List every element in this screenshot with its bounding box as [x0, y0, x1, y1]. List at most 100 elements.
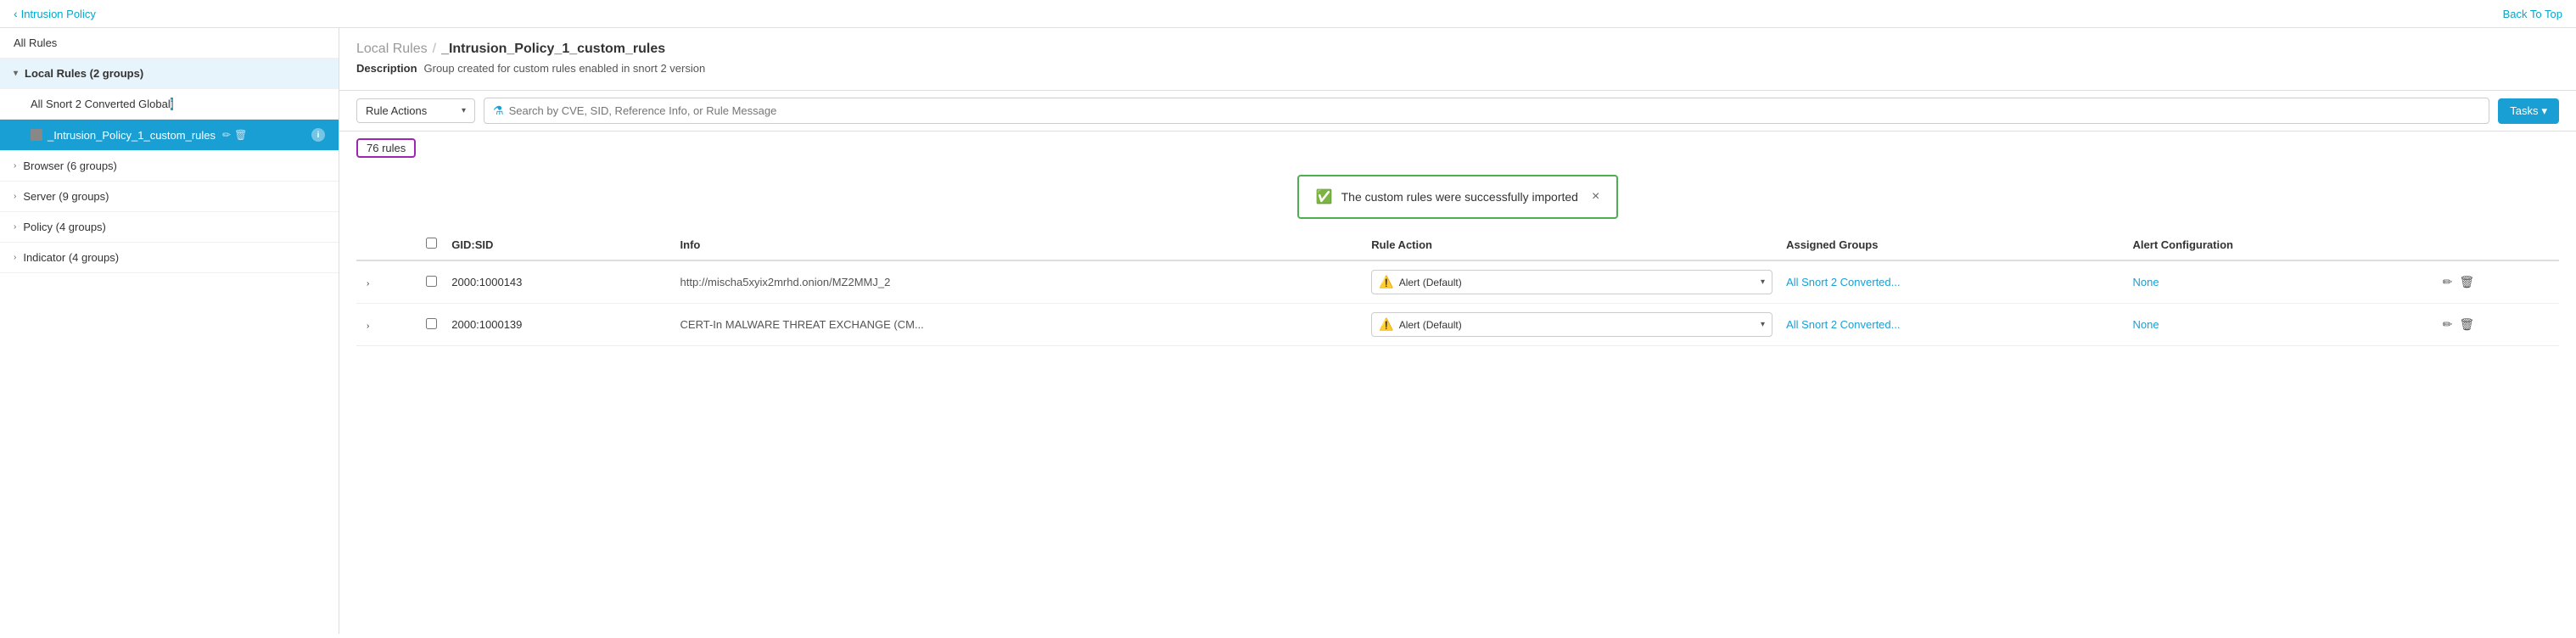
tasks-caret-icon: ▾	[2541, 104, 2547, 118]
sidebar-item-server[interactable]: › Server (9 groups)	[0, 182, 339, 212]
indicator-label: Indicator (4 groups)	[23, 251, 119, 264]
breadcrumb: Local Rules / _Intrusion_Policy_1_custom…	[356, 42, 2559, 57]
indicator-expand-icon: ›	[14, 253, 16, 262]
row-1-assigned-groups[interactable]: All Snort 2 Converted...	[1779, 260, 2125, 304]
breadcrumb-current: _Intrusion_Policy_1_custom_rules	[441, 42, 665, 57]
row-1-alert-config-link[interactable]: None	[2133, 276, 2159, 288]
content-header: Local Rules / _Intrusion_Policy_1_custom…	[339, 28, 2576, 91]
notification-close-button[interactable]: ×	[1592, 189, 1599, 204]
col-assigned-groups: Assigned Groups	[1779, 229, 2125, 260]
table-head: GID:SID Info Rule Action Assigned Groups…	[356, 229, 2559, 260]
tasks-label: Tasks	[2510, 104, 2538, 117]
col-gid-sid: GID:SID	[445, 229, 673, 260]
back-link[interactable]: ‹ Intrusion Policy	[14, 7, 96, 20]
row-2-assigned-groups[interactable]: All Snort 2 Converted...	[1779, 304, 2125, 346]
description-row: Description Group created for custom rul…	[356, 62, 2559, 75]
intrusion-policy-1-label: _Intrusion_Policy_1_custom_rules	[48, 129, 216, 142]
intrusion-policy-info-icon[interactable]: i	[311, 128, 325, 142]
sidebar-item-all-snort-2[interactable]: All Snort 2 Converted Global i	[0, 89, 339, 120]
server-expand-icon: ›	[14, 192, 16, 201]
sidebar-item-indicator[interactable]: › Indicator (4 groups)	[0, 243, 339, 273]
select-all-checkbox[interactable]	[426, 238, 437, 249]
col-expand	[356, 229, 419, 260]
delete-icon[interactable]: 🗑	[234, 129, 247, 141]
row-1-alert-config: None	[2126, 260, 2436, 304]
description-text: Group created for custom rules enabled i…	[424, 62, 706, 75]
sidebar-section-local-rules[interactable]: ▾ Local Rules (2 groups)	[0, 59, 339, 89]
row-2-alert-config: None	[2126, 304, 2436, 346]
row-1-delete-icon[interactable]: 🗑	[2459, 275, 2474, 289]
table-container: GID:SID Info Rule Action Assigned Groups…	[339, 229, 2576, 634]
policy-expand-icon: ›	[14, 222, 16, 232]
breadcrumb-separator: /	[433, 42, 436, 57]
row-1-rule-action-caret-icon: ▾	[1761, 277, 1765, 287]
row-1-actions: ✏ 🗑	[2443, 275, 2552, 289]
table-row: › 2000:1000139 CERT-In MALWARE THREAT EX…	[356, 304, 2559, 346]
sidebar-item-all-rules[interactable]: All Rules	[0, 28, 339, 59]
notification-area: ✅ The custom rules were successfully imp…	[339, 165, 2576, 229]
row-2-rule-action-label: Alert (Default)	[1399, 319, 1462, 331]
row-2-warning-icon: ⚠️	[1379, 317, 1393, 332]
col-rule-action: Rule Action	[1364, 229, 1779, 260]
sidebar-item-browser[interactable]: › Browser (6 groups)	[0, 151, 339, 182]
content-area: Local Rules / _Intrusion_Policy_1_custom…	[339, 28, 2576, 634]
row-2-rule-action-caret-icon: ▾	[1761, 320, 1765, 329]
color-box-icon	[31, 129, 42, 141]
rule-actions-caret-icon: ▾	[462, 106, 466, 115]
row-2-actions: ✏ 🗑	[2443, 317, 2552, 332]
rules-count-badge: 76 rules	[356, 138, 416, 158]
back-link-label: Intrusion Policy	[21, 8, 96, 20]
main-layout: All Rules ▾ Local Rules (2 groups) All S…	[0, 28, 2576, 634]
search-box: ⚗	[484, 98, 2489, 124]
toolbar: Rule Actions ▾ ⚗ Tasks ▾	[339, 91, 2576, 132]
table-body: › 2000:1000143 http://mischa5xyix2mrhd.o…	[356, 260, 2559, 346]
search-input[interactable]	[509, 104, 2481, 117]
sidebar: All Rules ▾ Local Rules (2 groups) All S…	[0, 28, 339, 634]
rule-actions-label: Rule Actions	[366, 104, 427, 117]
row-1-warning-icon: ⚠️	[1379, 275, 1393, 289]
row-1-expand-btn[interactable]: ›	[363, 277, 372, 290]
row-2-edit-icon[interactable]: ✏	[2443, 317, 2453, 332]
notification-message: The custom rules were successfully impor…	[1341, 190, 1578, 204]
row-1-checkbox[interactable]	[426, 276, 437, 287]
server-label: Server (9 groups)	[23, 190, 109, 203]
row-2-delete-icon[interactable]: 🗑	[2459, 317, 2474, 332]
row-1-rule-action-dropdown[interactable]: ⚠️ Alert (Default) ▾	[1371, 270, 1772, 294]
row-2-gid-sid: 2000:1000139	[445, 304, 673, 346]
tasks-button[interactable]: Tasks ▾	[2498, 98, 2559, 124]
col-alert-config: Alert Configuration	[2126, 229, 2436, 260]
row-2-rule-action-cell: ⚠️ Alert (Default) ▾	[1364, 304, 1779, 346]
rule-actions-dropdown[interactable]: Rule Actions ▾	[356, 98, 475, 123]
back-to-top-link[interactable]: Back To Top	[2503, 8, 2562, 20]
browser-expand-icon: ›	[14, 161, 16, 171]
browser-label: Browser (6 groups)	[23, 160, 117, 172]
all-rules-label: All Rules	[14, 36, 57, 49]
row-2-rule-action-dropdown[interactable]: ⚠️ Alert (Default) ▾	[1371, 312, 1772, 337]
row-2-info: CERT-In MALWARE THREAT EXCHANGE (CM...	[674, 304, 1365, 346]
edit-icon[interactable]: ✏	[222, 129, 231, 141]
table-row: › 2000:1000143 http://mischa5xyix2mrhd.o…	[356, 260, 2559, 304]
row-1-info: http://mischa5xyix2mrhd.onion/MZ2MMJ_2	[674, 260, 1365, 304]
row-1-gid-sid: 2000:1000143	[445, 260, 673, 304]
success-check-icon: ✅	[1316, 188, 1333, 205]
row-1-rule-action-label: Alert (Default)	[1399, 277, 1462, 288]
filter-icon: ⚗	[493, 104, 504, 118]
rules-count-row: 76 rules	[339, 132, 2576, 165]
all-snort-2-info-icon[interactable]: i	[171, 98, 173, 110]
col-checkbox	[419, 229, 445, 260]
description-label: Description	[356, 62, 417, 75]
all-snort-2-label: All Snort 2 Converted Global	[31, 98, 171, 110]
sidebar-item-intrusion-policy-1[interactable]: _Intrusion_Policy_1_custom_rules ✏ 🗑 i	[0, 120, 339, 151]
row-2-expand-btn[interactable]: ›	[363, 320, 372, 333]
sidebar-item-policy[interactable]: › Policy (4 groups)	[0, 212, 339, 243]
back-chevron-icon: ‹	[14, 7, 18, 20]
top-nav: ‹ Intrusion Policy Back To Top	[0, 0, 2576, 28]
row-1-edit-icon[interactable]: ✏	[2443, 275, 2453, 289]
row-2-checkbox[interactable]	[426, 318, 437, 329]
row-2-alert-config-link[interactable]: None	[2133, 318, 2159, 331]
item-actions: ✏ 🗑	[222, 129, 247, 141]
breadcrumb-parent: Local Rules	[356, 42, 428, 57]
local-rules-expand-icon: ▾	[14, 69, 18, 78]
local-rules-label: Local Rules (2 groups)	[25, 67, 143, 80]
rules-table: GID:SID Info Rule Action Assigned Groups…	[356, 229, 2559, 346]
